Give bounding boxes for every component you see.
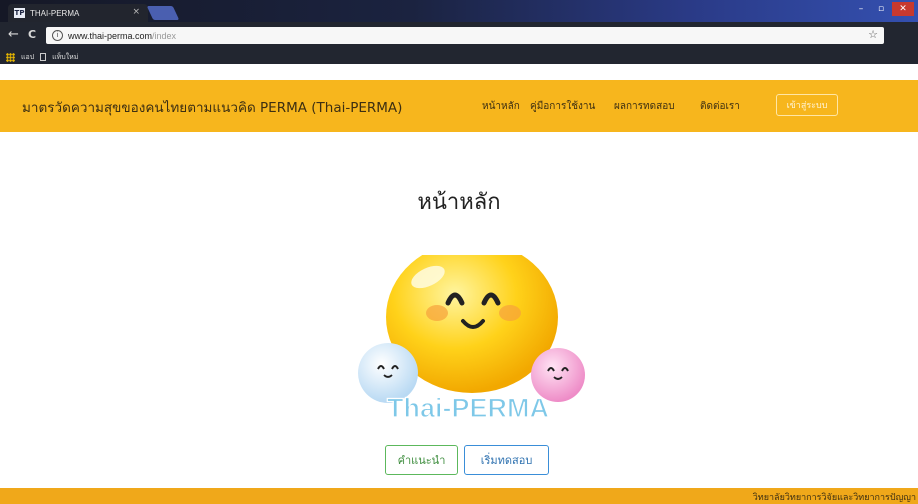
site-brand[interactable]: มาตรวัดความสุขของคนไทยตามแนวคิด PERMA (T…: [22, 96, 402, 118]
browser-titlebar: TP THAI-PERMA × – ▫ ✕: [0, 0, 918, 22]
url-host: www.thai-perma.com: [68, 30, 153, 41]
tab-title: THAI-PERMA: [30, 8, 80, 18]
maximize-icon[interactable]: ▫: [872, 2, 890, 16]
site-navbar: มาตรวัดความสุขของคนไทยตามแนวคิด PERMA (T…: [0, 80, 918, 132]
bookmarks-bar: แอป แท็บใหม่: [0, 50, 918, 64]
site-favicon-icon: TP: [14, 8, 25, 18]
footer-text: วิทยาลัยวิทยาการวิจัยและวิทยาการปัญญา: [752, 493, 916, 503]
start-test-button[interactable]: เริ่มทดสอบ: [464, 445, 549, 475]
nav-link-contact[interactable]: ติดต่อเรา: [700, 99, 740, 114]
back-arrow-icon[interactable]: ←: [8, 28, 19, 42]
bookmark-apps[interactable]: แอป: [21, 52, 34, 63]
advice-button[interactable]: คำแนะนำ: [385, 445, 458, 475]
info-icon[interactable]: i: [52, 30, 63, 41]
login-button[interactable]: เข้าสู่ระบบ: [776, 94, 838, 116]
minimize-icon[interactable]: –: [852, 2, 870, 16]
page-title: หน้าหลัก: [417, 190, 501, 215]
browser-toolbar: ← C i www.thai-perma.com/index ☆: [0, 22, 918, 50]
yellow-face-cheek-right: [499, 305, 521, 321]
new-tab-button[interactable]: [146, 6, 180, 20]
page-icon: [40, 53, 47, 61]
tab-close-icon[interactable]: ×: [132, 7, 140, 17]
reload-icon[interactable]: C: [28, 28, 36, 42]
nav-link-manual[interactable]: คู่มือการใช้งาน: [530, 99, 595, 114]
logo-text: Thai-PERMA: [387, 393, 549, 423]
url-path: /index: [152, 30, 177, 41]
nav-link-home[interactable]: หน้าหลัก: [482, 99, 520, 114]
site-footer: วิทยาลัยวิทยาการวิจัยและวิทยาการปัญญา: [0, 488, 918, 504]
bookmark-star-icon[interactable]: ☆: [868, 28, 878, 41]
yellow-face-cheek-left: [426, 305, 448, 321]
address-bar[interactable]: i www.thai-perma.com/index ☆: [46, 27, 884, 44]
window-close-icon[interactable]: ✕: [892, 2, 914, 16]
browser-tab[interactable]: TP THAI-PERMA ×: [8, 4, 148, 22]
bookmark-new-tab[interactable]: แท็บใหม่: [52, 52, 78, 63]
nav-link-results[interactable]: ผลการทดสอบ: [614, 99, 675, 114]
thai-perma-logo: Thai-PERMA: [358, 255, 585, 424]
window-controls: – ▫ ✕: [852, 2, 914, 16]
apps-grid-icon[interactable]: [6, 52, 15, 62]
